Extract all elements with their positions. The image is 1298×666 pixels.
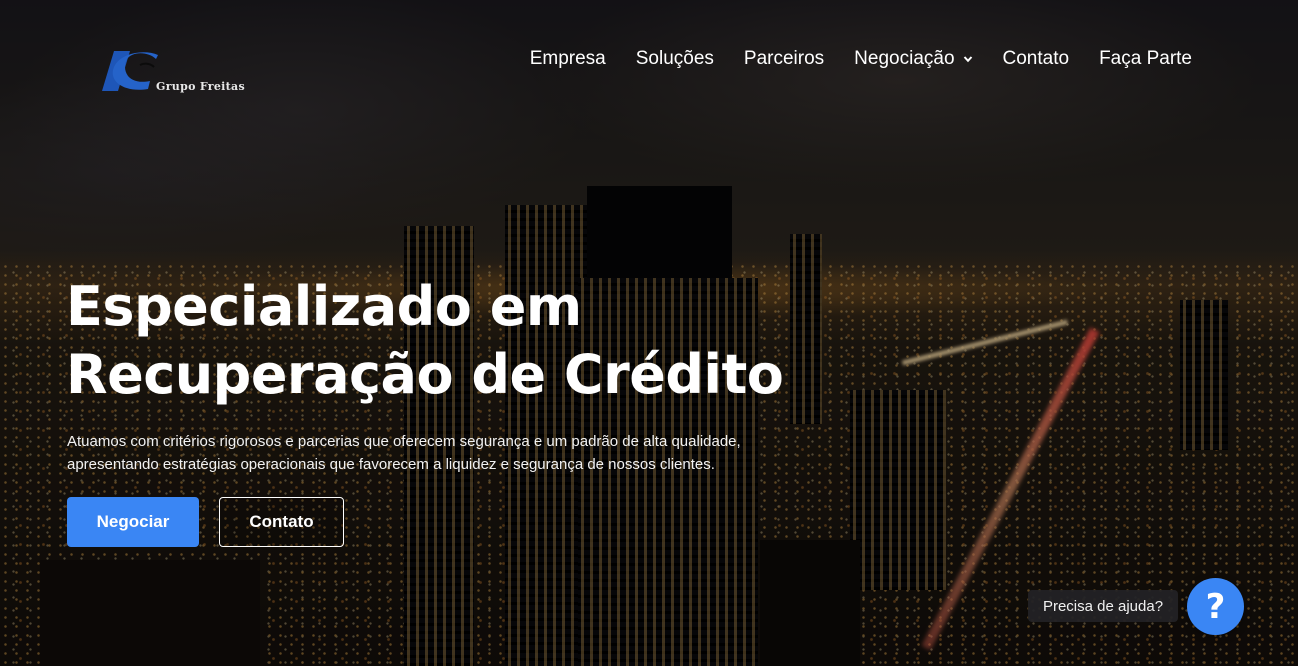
nav-item-negociacao-label: Negociação — [854, 48, 955, 69]
nav-item-negociacao[interactable]: Negociação — [854, 48, 972, 70]
nav-item-parceiros[interactable]: Parceiros — [744, 48, 824, 70]
hero-subtitle-line: Atuamos com critérios rigorosos e parcer… — [67, 433, 741, 450]
hero-title-line: Recuperação de Crédito — [66, 343, 784, 406]
brand-logo[interactable]: Grupo Freitas — [100, 51, 250, 95]
logo-mark-icon — [102, 51, 158, 91]
nav-item-faca-parte[interactable]: Faça Parte — [1099, 48, 1192, 70]
hero-title: Especializado em Recuperação de Crédito — [66, 273, 826, 409]
hero-subtitle: Atuamos com critérios rigorosos e parcer… — [67, 430, 807, 476]
help-tooltip[interactable]: Precisa de ajuda? — [1028, 590, 1178, 622]
nav-item-contato[interactable]: Contato — [1003, 48, 1070, 70]
brand-name: Grupo Freitas — [156, 80, 245, 93]
help-button[interactable]: ? — [1187, 578, 1244, 635]
negociar-button[interactable]: Negociar — [67, 497, 199, 547]
nav-item-solucoes[interactable]: Soluções — [636, 48, 714, 70]
hero-title-line: Especializado em — [66, 275, 582, 338]
nav-item-empresa[interactable]: Empresa — [530, 48, 606, 70]
question-mark-icon: ? — [1205, 586, 1226, 627]
contato-button[interactable]: Contato — [219, 497, 344, 547]
main-navigation: Empresa Soluções Parceiros Negociação Co… — [530, 48, 1192, 70]
hero-subtitle-line: apresentando estratégias operacionais qu… — [67, 456, 715, 473]
chevron-down-icon — [963, 56, 972, 63]
